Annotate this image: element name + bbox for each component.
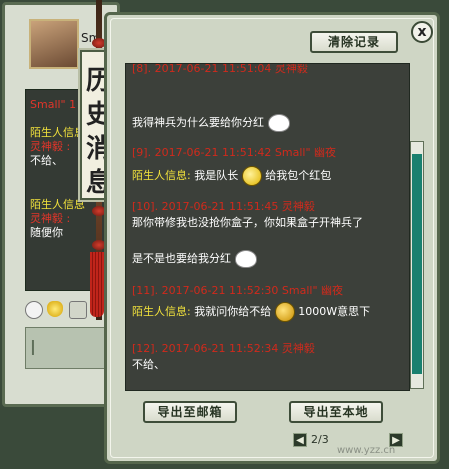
message-text: 陌生人信息: 我就问你给不给 1000W意思下 [132, 302, 370, 322]
emoji-icon[interactable] [25, 301, 43, 319]
clear-records-button[interactable]: 清除记录 [310, 31, 398, 53]
bg-chat-line: 随便你 [30, 226, 63, 239]
sender-label: 陌生人信息: [132, 169, 191, 182]
message-text-content: 给我包个红包 [265, 169, 332, 182]
bg-chat-line: 不给、 [30, 154, 63, 167]
history-messages-panel: 清除记录 x [8]. 2017-06-21 11:51:04 灵神毅 我得神兵… [104, 12, 440, 464]
bun-emoji-icon [234, 250, 257, 268]
message-timestamp: [9]. 2017-06-21 11:51:42 Small" 幽夜 [132, 146, 337, 159]
message-text: 我得神兵为什么要给你分红 [132, 114, 290, 132]
angry-emoji-icon [274, 302, 295, 322]
chat-history-log: [8]. 2017-06-21 11:51:04 灵神毅 我得神兵为什么要给你分… [125, 63, 410, 391]
message-text-content: 我是队长 [194, 169, 239, 182]
microphone-icon[interactable] [47, 301, 63, 317]
options-icon[interactable] [69, 301, 87, 319]
message-timestamp: [10]. 2017-06-21 11:51:45 灵神毅 [132, 200, 315, 213]
message-text-content: 我就问你给不给 [194, 305, 272, 318]
scroll-thumb[interactable] [412, 154, 422, 374]
export-to-mail-button[interactable]: 导出至邮箱 [143, 401, 237, 423]
message-timestamp: [8]. 2017-06-21 11:51:04 灵神毅 [132, 63, 308, 75]
export-to-local-button[interactable]: 导出至本地 [289, 401, 383, 423]
prev-page-button[interactable]: ◀ [293, 433, 307, 447]
message-text-content: 1000W意思下 [298, 305, 371, 318]
message-text-content: 是不是也要给我分红 [132, 252, 231, 265]
message-text: 是不是也要给我分红 [132, 250, 257, 268]
watermark-text: www.yzz.cn [337, 445, 396, 456]
smiley-emoji-icon [241, 166, 262, 186]
tassel-decoration [90, 252, 104, 317]
message-timestamp: [12]. 2017-06-21 11:52:34 灵神毅 [132, 342, 315, 355]
bun-emoji-icon [267, 114, 290, 132]
chat-scrollbar[interactable] [410, 141, 424, 389]
close-button[interactable]: x [411, 21, 433, 43]
message-text: 不给、 [132, 358, 165, 371]
input-cursor: I [30, 336, 36, 360]
message-text: 那你带修我也没抢你盒子，你如果盒子开神兵了 [132, 216, 363, 229]
message-timestamp: [11]. 2017-06-21 11:52:30 Small" 幽夜 [132, 284, 344, 297]
message-text: 陌生人信息: 我是队长 给我包个红包 [132, 166, 331, 186]
bg-chat-line: Small" 1 [30, 98, 77, 111]
sender-label: 陌生人信息: [132, 305, 191, 318]
avatar[interactable] [29, 19, 79, 69]
message-text-content: 我得神兵为什么要给你分红 [132, 116, 264, 129]
message-input[interactable]: I [25, 327, 107, 369]
